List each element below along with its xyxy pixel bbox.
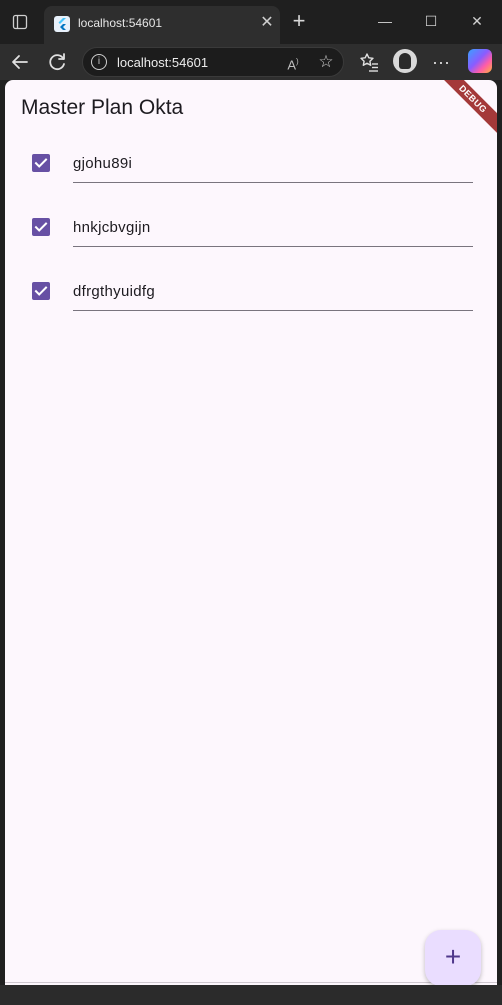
list-item: hnkjcbvgijn <box>5 200 497 264</box>
os-taskbar <box>0 985 502 1005</box>
back-arrow-icon[interactable] <box>8 50 32 74</box>
app-surface: Master Plan Okta DEBUG gjohu89i hnkjcbvg… <box>5 80 497 985</box>
check-icon <box>34 222 48 232</box>
add-task-button[interactable]: + <box>425 930 481 985</box>
address-bar[interactable]: i localhost:54601 A) ☆ <box>82 47 344 77</box>
more-icon[interactable]: ··· <box>429 50 453 74</box>
browser-toolbar: i localhost:54601 A) ☆ ··· <box>0 44 502 80</box>
check-icon <box>34 286 48 296</box>
task-text-field[interactable]: hnkjcbvgijn <box>73 219 151 236</box>
tab-strip: localhost:54601 ✕ + — ☐ ✕ <box>0 0 502 44</box>
favorites-icon[interactable] <box>357 50 381 74</box>
task-text-field[interactable]: gjohu89i <box>73 155 132 172</box>
task-underline <box>73 310 473 311</box>
task-checkbox[interactable] <box>32 154 50 172</box>
maximize-button[interactable]: ☐ <box>420 10 442 32</box>
list-item: gjohu89i <box>5 136 497 200</box>
page-title: Master Plan Okta <box>21 96 184 119</box>
info-icon[interactable]: i <box>91 54 107 70</box>
task-underline <box>73 246 473 247</box>
reload-icon[interactable] <box>45 50 69 74</box>
tab-close-icon[interactable]: ✕ <box>258 14 276 32</box>
profile-avatar[interactable] <box>393 49 417 73</box>
star-icon[interactable]: ☆ <box>315 51 337 73</box>
task-underline <box>73 182 473 183</box>
debug-banner: DEBUG <box>432 80 497 140</box>
read-aloud-icon[interactable]: A) <box>283 52 303 72</box>
copilot-icon[interactable] <box>468 49 492 73</box>
bottom-divider <box>5 982 497 983</box>
minimize-button[interactable]: — <box>374 10 396 32</box>
flutter-favicon-icon <box>54 16 70 32</box>
tab-actions-icon[interactable] <box>12 14 28 30</box>
address-url[interactable]: localhost:54601 <box>117 55 208 70</box>
tab-active[interactable]: localhost:54601 ✕ <box>44 6 280 44</box>
new-tab-button[interactable]: + <box>288 10 310 33</box>
task-checkbox[interactable] <box>32 218 50 236</box>
close-window-button[interactable]: ✕ <box>466 10 488 32</box>
check-icon <box>34 158 48 168</box>
list-item: dfrgthyuidfg <box>5 264 497 328</box>
task-text-field[interactable]: dfrgthyuidfg <box>73 283 155 300</box>
browser-window: localhost:54601 ✕ + — ☐ ✕ i localhost:54… <box>0 0 502 1005</box>
tab-title: localhost:54601 <box>78 16 163 30</box>
task-checkbox[interactable] <box>32 282 50 300</box>
